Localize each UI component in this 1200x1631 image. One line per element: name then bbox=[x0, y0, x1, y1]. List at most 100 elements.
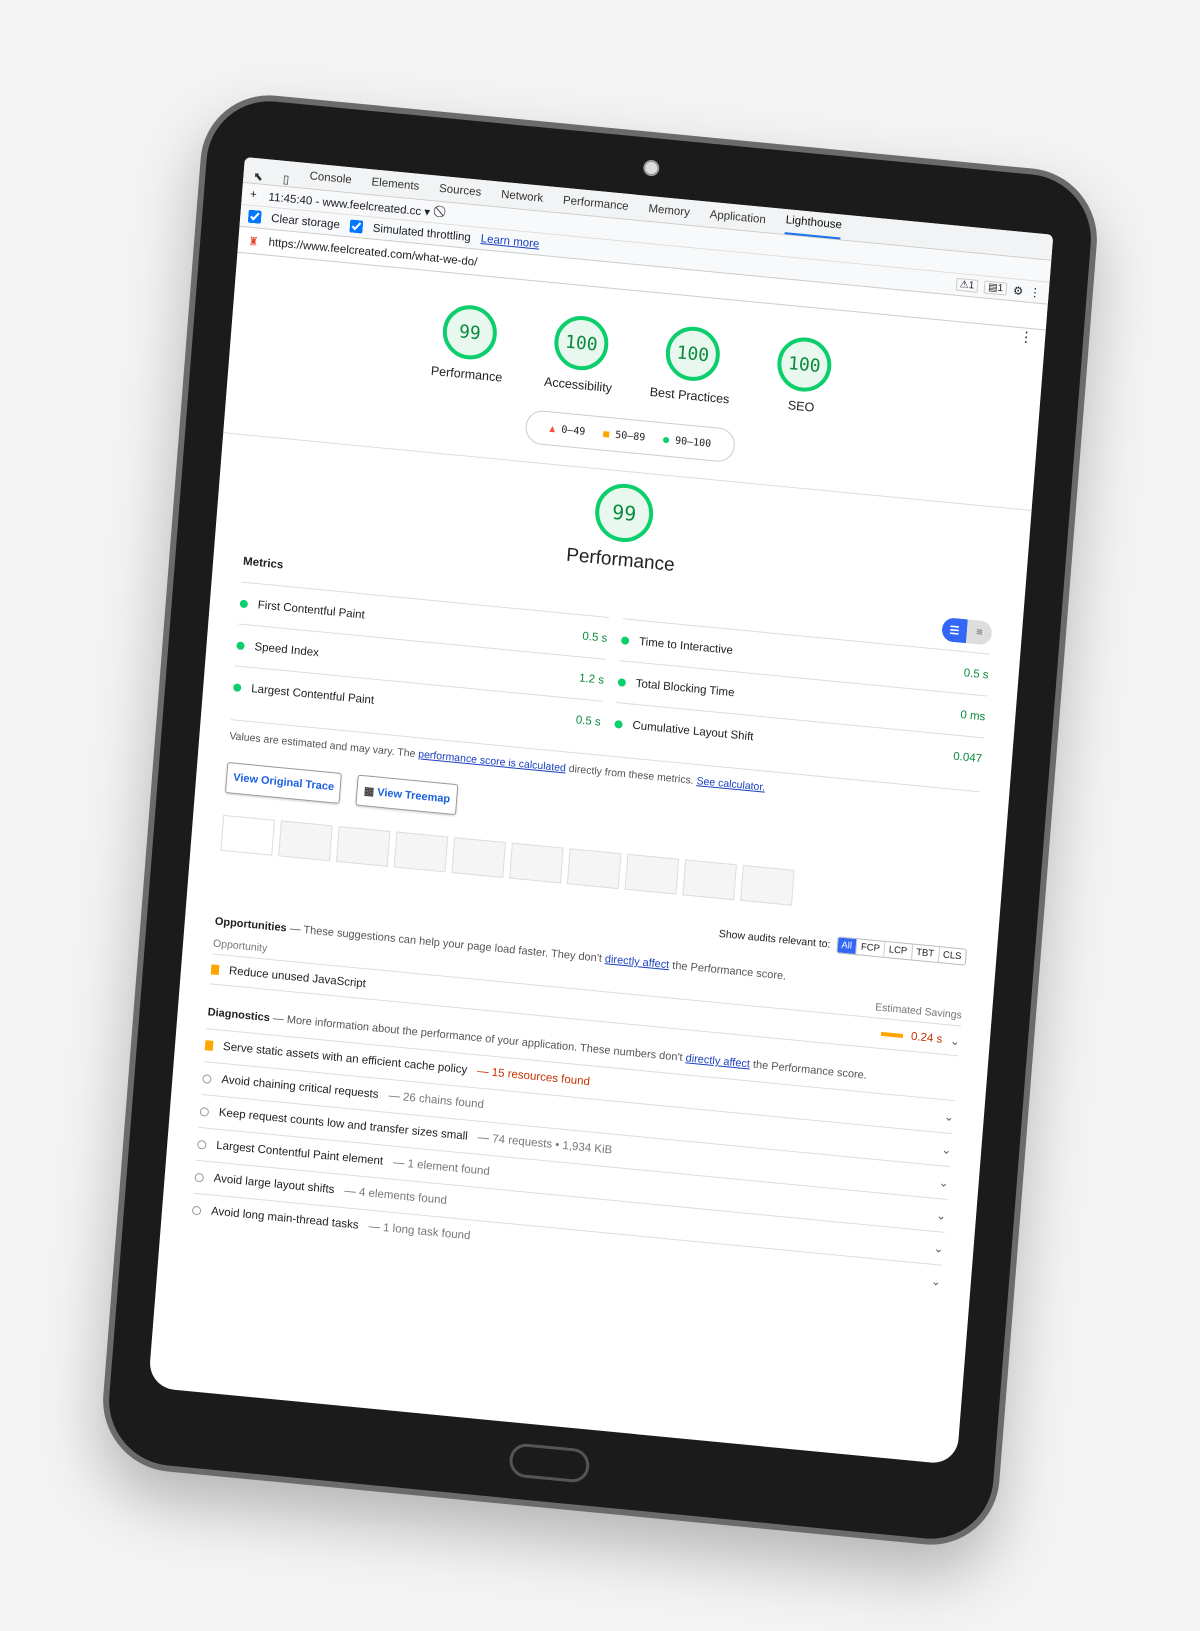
metric-value: 0.5 s bbox=[581, 630, 608, 645]
chevron-down-icon[interactable]: ⌄ bbox=[936, 1208, 947, 1223]
opportunity-column: Opportunity bbox=[212, 937, 268, 955]
directly-affect-link[interactable]: directly affect bbox=[604, 953, 669, 971]
filter-label: Show audits relevant to: bbox=[718, 927, 831, 951]
view-trace-button[interactable]: View Original Trace bbox=[224, 762, 343, 804]
info-circle-icon bbox=[194, 1172, 205, 1183]
pass-dot-icon bbox=[614, 719, 623, 729]
info-circle-icon bbox=[196, 1139, 207, 1150]
metric-value: 0.5 s bbox=[963, 666, 990, 682]
chevron-down-icon[interactable]: ⌄ bbox=[938, 1175, 949, 1190]
score-ring: 99 bbox=[440, 302, 499, 362]
learn-more-link[interactable]: Learn more bbox=[480, 232, 539, 250]
info-circle-icon bbox=[199, 1106, 210, 1117]
block-icon[interactable]: ⃠ bbox=[442, 206, 443, 219]
gear-icon[interactable]: ⚙ bbox=[1013, 283, 1024, 298]
gauge-label: Performance bbox=[430, 363, 503, 385]
device-toggle-icon[interactable]: ▯ bbox=[282, 172, 289, 187]
metric-value: 1.2 s bbox=[578, 671, 605, 687]
screen: ⬉ ▯ Console Elements Sources Network Per… bbox=[148, 157, 1054, 1466]
chevron-down-icon[interactable]: ⌄ bbox=[933, 1241, 944, 1256]
metric-name: First Contentful Paint bbox=[257, 598, 366, 622]
metric-value: 0.5 s bbox=[575, 713, 602, 729]
metric-value: 0 ms bbox=[959, 708, 986, 723]
gauge-label: Accessibility bbox=[543, 374, 613, 396]
gauge-seo[interactable]: 100 SEO bbox=[760, 334, 848, 418]
gauge-label: SEO bbox=[787, 398, 815, 415]
directly-affect-link[interactable]: directly affect bbox=[685, 1052, 750, 1070]
score-legend: ▲ 0–49 ■ 50–89 ● 90–100 bbox=[524, 409, 737, 464]
pass-dot-icon bbox=[236, 640, 245, 650]
filter-lcp[interactable]: LCP bbox=[883, 941, 912, 960]
pass-dot-icon bbox=[617, 677, 627, 687]
metric-name: Largest Contentful Paint bbox=[250, 682, 375, 707]
chevron-down-icon[interactable]: ⌄ bbox=[941, 1142, 952, 1157]
expanded-view-icon[interactable]: ≡ bbox=[965, 619, 993, 646]
legend-average: 50–89 bbox=[614, 429, 646, 444]
tablet-device: ⬉ ▯ Console Elements Sources Network Per… bbox=[97, 88, 1103, 1552]
warnings-badge[interactable]: ⚠1 bbox=[955, 277, 979, 293]
pass-dot-icon bbox=[233, 682, 242, 692]
filmstrip-frame bbox=[451, 837, 506, 878]
filter-cls[interactable]: CLS bbox=[937, 947, 966, 965]
view-treemap-button[interactable]: ▦ View Treemap bbox=[355, 774, 459, 816]
square-icon: ■ bbox=[602, 428, 610, 440]
chevron-down-icon[interactable]: ⌄ bbox=[944, 1109, 955, 1124]
filmstrip-frame bbox=[509, 842, 564, 884]
legend-pass: 90–100 bbox=[674, 435, 712, 450]
chevron-down-icon[interactable]: ⌄ bbox=[950, 1033, 961, 1048]
filter-all[interactable]: All bbox=[836, 937, 857, 955]
view-toggle[interactable]: ☰ ≡ bbox=[941, 616, 993, 646]
gauge-accessibility[interactable]: 100 Accessibility bbox=[537, 312, 625, 396]
filmstrip-frame bbox=[740, 864, 795, 906]
filter-fcp[interactable]: FCP bbox=[855, 939, 885, 957]
filmstrip-frame bbox=[335, 825, 391, 867]
info-circle-icon bbox=[202, 1073, 212, 1084]
filmstrip-frame bbox=[566, 848, 622, 890]
tab-memory[interactable]: Memory bbox=[647, 203, 690, 225]
gauge-best-practices[interactable]: 100 Best Practices bbox=[648, 323, 736, 407]
summary-view-icon[interactable]: ☰ bbox=[941, 616, 968, 644]
metric-name: Cumulative Layout Shift bbox=[632, 719, 754, 743]
lighthouse-icon: ♜ bbox=[247, 235, 260, 249]
metric-name: Speed Index bbox=[254, 640, 320, 659]
metrics-section: Metrics ☰ ≡ First Contentful Paint 0.5 s T… bbox=[161, 547, 1023, 1301]
performance-score: 99 bbox=[593, 481, 656, 545]
average-square-icon bbox=[210, 963, 220, 975]
camera bbox=[642, 159, 660, 177]
info-circle-icon bbox=[191, 1205, 202, 1215]
score-calculated-link[interactable]: performance score is calculated bbox=[418, 748, 567, 774]
circle-icon: ● bbox=[662, 433, 670, 446]
filmstrip-frame bbox=[624, 853, 680, 895]
pass-dot-icon bbox=[620, 635, 630, 645]
score-ring: 100 bbox=[775, 335, 834, 395]
treemap-icon: ▦ bbox=[363, 785, 375, 799]
clear-storage-checkbox[interactable] bbox=[247, 209, 262, 224]
score-ring: 100 bbox=[552, 313, 611, 373]
average-square-icon bbox=[204, 1040, 214, 1051]
calculator-link[interactable]: See calculator. bbox=[696, 775, 766, 794]
metric-name: Total Blocking Time bbox=[635, 677, 735, 699]
savings-value: 0.24 s bbox=[910, 1030, 943, 1046]
filmstrip-frame bbox=[220, 814, 276, 856]
triangle-icon: ▲ bbox=[548, 422, 556, 435]
filmstrip-frame bbox=[393, 831, 449, 873]
metric-value: 0.047 bbox=[952, 750, 983, 765]
savings-bar bbox=[880, 1031, 904, 1038]
messages-badge[interactable]: ▤1 bbox=[983, 280, 1008, 296]
pass-dot-icon bbox=[239, 599, 249, 608]
more-icon[interactable]: ⋮ bbox=[1029, 284, 1042, 299]
score-ring: 100 bbox=[663, 324, 722, 384]
filmstrip-frame bbox=[682, 859, 737, 901]
metric-name: Time to Interactive bbox=[638, 635, 734, 657]
home-button[interactable] bbox=[508, 1442, 591, 1484]
clear-storage-label: Clear storage bbox=[270, 212, 341, 231]
throttling-checkbox[interactable] bbox=[349, 219, 364, 234]
inspect-icon[interactable]: ⬉ bbox=[253, 169, 264, 184]
chevron-down-icon[interactable]: ⌄ bbox=[931, 1274, 942, 1289]
filter-tbt[interactable]: TBT bbox=[910, 944, 939, 962]
gauge-performance[interactable]: 99 Performance bbox=[425, 302, 513, 386]
filmstrip-frame bbox=[278, 820, 333, 862]
legend-fail: 0–49 bbox=[560, 424, 586, 438]
metrics-heading: Metrics bbox=[242, 555, 284, 572]
add-icon[interactable]: + bbox=[250, 188, 258, 201]
